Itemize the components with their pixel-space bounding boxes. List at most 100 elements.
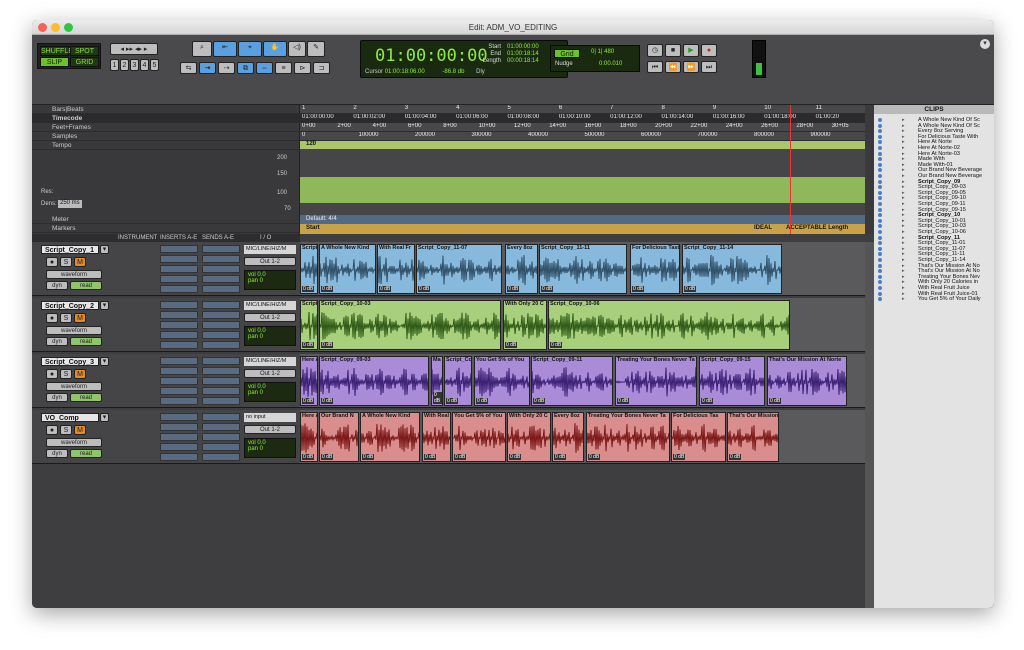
solo-button[interactable]: S [60,313,72,323]
slip-mode-button[interactable]: SLIP [40,57,69,67]
record-arm-button[interactable]: ● [46,313,58,323]
track-view-select[interactable]: waveform [46,270,102,279]
insert-slot[interactable] [160,397,198,405]
track-lane[interactable]: Here A0 dB Our Brand N0 dB A Whole New Kin… [300,410,865,464]
vertical-scrollbar[interactable] [865,242,874,608]
pencil-tool-icon[interactable]: ✎ [307,41,325,57]
output-select[interactable]: Out 1-2 [244,425,296,434]
insert-slot[interactable] [160,275,198,283]
online-icon[interactable]: ◷ [647,44,663,57]
mute-button[interactable]: M [74,369,86,379]
bars-ruler-track[interactable]: 1 2 3 4 5 6 7 8 9 10 11 [300,105,865,114]
audio-clip[interactable]: Script_Copy_11-14 0 dB [682,244,782,294]
clip-gain-label[interactable]: 0 dB [533,398,546,404]
insert-slot[interactable] [160,433,198,441]
insert-slot[interactable] [160,357,198,365]
marker-ideal[interactable]: IDEAL [754,225,772,231]
record-arm-button[interactable]: ● [46,369,58,379]
insert-slot[interactable] [160,377,198,385]
clip-gain-label[interactable]: 0 dB [302,398,315,404]
insert-slot[interactable] [160,413,198,421]
zoom-preset-3[interactable]: 3 [130,59,139,71]
input-select[interactable]: MIC/LINE/HIZ/M [244,245,296,254]
send-slot[interactable] [202,311,240,319]
audio-clip[interactable]: Script_Copy_09-03 0 dB [319,356,429,406]
send-slot[interactable] [202,265,240,273]
audio-clip[interactable]: Ma 0 dB [431,356,443,406]
solo-button[interactable]: S [60,425,72,435]
audio-clip[interactable]: Every 8oz 0 dB [505,244,538,294]
meter-track[interactable]: Default: 4/4 [300,215,865,224]
send-slot[interactable] [202,275,240,283]
dyn-button[interactable]: dyn [46,393,68,402]
insert-slot[interactable] [160,265,198,273]
clip-gain-label[interactable]: 0 dB [507,286,520,292]
zoom-tool-icon[interactable]: ⌕ [192,41,212,57]
rewind-icon[interactable]: ⏪ [665,61,681,73]
insert-slot[interactable] [160,443,198,451]
audio-clip[interactable]: A Whole New Kind 0 dB [360,412,420,462]
clip-gain-label[interactable]: 0 dB [684,286,697,292]
stop-icon[interactable]: ■ [665,44,681,57]
output-select[interactable]: Out 1-2 [244,369,296,378]
clip-gain-label[interactable]: 0 dB [321,398,334,404]
send-slot[interactable] [202,423,240,431]
edit-option-icon[interactable]: ⇔ [256,62,273,74]
insert-slot[interactable] [160,321,198,329]
input-select[interactable]: no input [244,413,296,422]
clip-gain-label[interactable]: 0 dB [454,454,467,460]
solo-button[interactable]: S [60,257,72,267]
track-options-icon[interactable]: ▾ [100,357,109,366]
send-slot[interactable] [202,321,240,329]
insert-slot[interactable] [160,387,198,395]
grid-label[interactable]: Grid [554,49,580,58]
audio-clip[interactable]: With Only 20 C 0 dB [507,412,551,462]
clip-gain-label[interactable]: 0 dB [701,398,714,404]
edit-option-icon[interactable]: ⇥ [199,62,216,74]
pan-value[interactable]: pan 0 [248,390,292,396]
audio-clip[interactable]: That's Our Mission 0 dB [727,412,779,462]
zoom-preset-4[interactable]: 4 [140,59,149,71]
insert-slot[interactable] [160,367,198,375]
dyn-button[interactable]: dyn [46,337,68,346]
clip-gain-label[interactable]: 0 dB [729,454,742,460]
audio-clip[interactable]: With Only 20 C 0 dB [503,300,547,350]
audio-clip[interactable]: Script_Copy_10-06 0 dB [548,300,790,350]
audio-clip[interactable]: Script_Copy_11-07 0 dB [416,244,502,294]
edit-option-icon[interactable]: ≡ [275,62,292,74]
edit-option-icon[interactable]: ⊳ [294,62,311,74]
track-name[interactable]: Script_Copy_3 [41,357,99,366]
track-view-select[interactable]: waveform [46,382,102,391]
fast-forward-icon[interactable]: ⏩ [683,61,699,73]
clip-expand-icon[interactable]: ▸ [902,296,905,302]
send-slot[interactable] [202,255,240,263]
send-slot[interactable] [202,453,240,461]
record-arm-button[interactable]: ● [46,257,58,267]
insert-slot[interactable] [160,245,198,253]
send-slot[interactable] [202,331,240,339]
mute-button[interactable]: M [74,257,86,267]
grid-value[interactable]: 0| 1| 480 [591,49,614,55]
zoom-controls[interactable]: ◂ ▸▸ ◂▸ ▸ [110,43,158,55]
end-value[interactable]: 01:00:18:14 [507,51,539,58]
ruler-markers[interactable]: Markers [32,224,300,233]
selector-tool-icon[interactable]: ⌖ [238,41,262,57]
audio-clip[interactable]: Our Brand N 0 dB [319,412,359,462]
clip-gain-label[interactable]: 0 dB [362,454,375,460]
audio-clip[interactable]: Treating Your Bones Never Ta 0 dB [615,356,697,406]
edit-option-icon[interactable]: ⧉ [237,62,254,74]
send-slot[interactable] [202,245,240,253]
audio-clip[interactable]: Script_Copy_10-03 0 dB [319,300,501,350]
audio-clip[interactable]: You Get 5% of You 0 dB [452,412,506,462]
dyn-button[interactable]: dyn [46,281,68,290]
track-name[interactable]: Script_Copy_2 [41,301,99,310]
track-view-select[interactable]: waveform [46,438,102,447]
clip-list-item[interactable]: You Get 5% of Your Daily [918,296,981,302]
zoom-preset-1[interactable]: 1 [110,59,119,71]
audio-clip[interactable]: For Delicious Tas 0 dB [671,412,726,462]
spot-mode-button[interactable]: SPOT [70,46,99,56]
edit-option-icon[interactable]: ⇢ [218,62,235,74]
pan-value[interactable]: pan 0 [248,446,292,452]
insert-slot[interactable] [160,453,198,461]
audio-clip[interactable]: Here A 0 dB [300,412,318,462]
